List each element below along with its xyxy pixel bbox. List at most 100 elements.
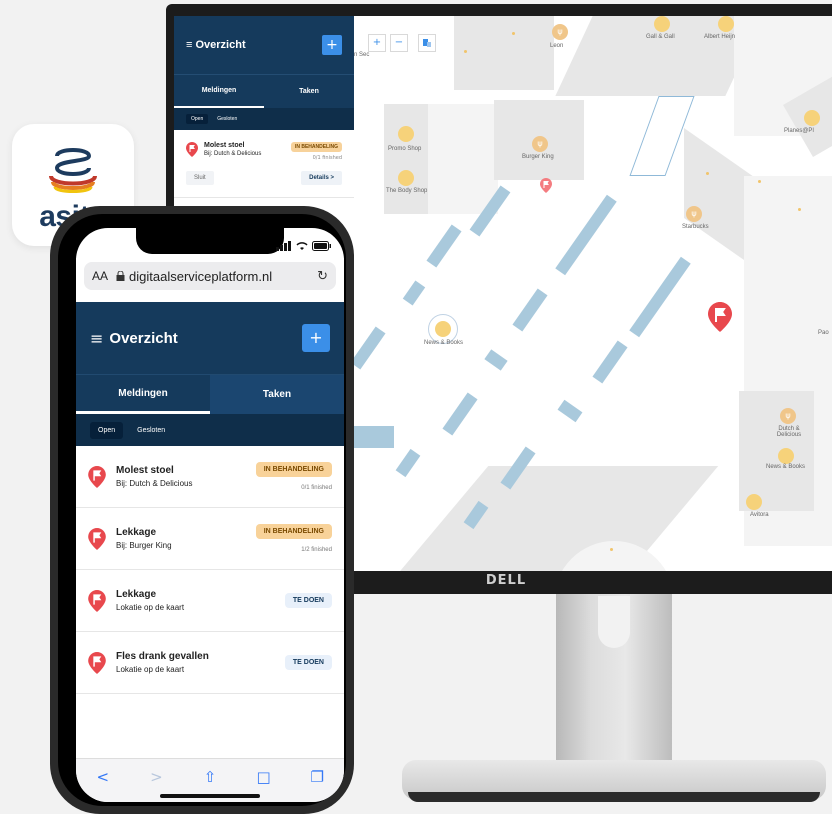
tab-taken[interactable]: Taken xyxy=(210,375,344,414)
signal-icon xyxy=(276,236,292,255)
map-dot xyxy=(758,180,761,183)
list-item[interactable]: Fles drank gevallen Lokatie op de kaart … xyxy=(76,632,344,694)
map-store xyxy=(739,391,814,511)
filter-bar: Open Gesloten xyxy=(76,414,344,446)
tabs-icon[interactable]: ❐ xyxy=(302,768,332,786)
bookmarks-icon[interactable]: □ xyxy=(249,768,279,786)
asito-emblem-icon xyxy=(49,148,97,193)
store-marker-icon xyxy=(435,321,451,337)
url-text: digitaalserviceplatform.nl xyxy=(129,268,273,284)
item-location: Lokatie op de kaart xyxy=(116,665,185,674)
status-bar xyxy=(276,236,332,255)
stand-cable-hole xyxy=(598,596,630,648)
list-item[interactable]: Lekkage Lokatie op de kaart TE DOEN xyxy=(76,570,344,632)
map-store xyxy=(454,16,554,90)
zoom-in-button[interactable]: + xyxy=(368,34,386,52)
map-dot xyxy=(512,32,515,35)
desktop-add-button[interactable]: + xyxy=(322,35,342,55)
map-label: News & Books xyxy=(766,464,806,470)
phone: AA digitaalserviceplatform.nl ↻ ≡ Overzi… xyxy=(50,206,354,814)
status-badge: IN BEHANDELING xyxy=(255,462,332,477)
desktop-filter-gesloten[interactable]: Gesloten xyxy=(212,114,242,124)
details-button[interactable]: Details > xyxy=(301,171,342,185)
store-marker-icon xyxy=(654,16,670,32)
flag-pin-icon xyxy=(88,527,106,550)
phone-screen: AA digitaalserviceplatform.nl ↻ ≡ Overzi… xyxy=(76,228,344,802)
map-walkway xyxy=(442,392,478,436)
desktop-tab-taken[interactable]: Taken xyxy=(264,75,354,108)
filter-open[interactable]: Open xyxy=(90,421,124,439)
map-dot xyxy=(464,50,467,53)
map-label: News & Books xyxy=(424,340,464,346)
restaurant-icon: ψ xyxy=(780,408,796,424)
list-item[interactable]: Lekkage Bij: Burger King IN BEHANDELING … xyxy=(76,508,344,570)
tab-meldingen[interactable]: Meldingen xyxy=(76,375,210,414)
item-location: Bij: Dutch & Delicious xyxy=(116,479,193,488)
item-location: Bij: Burger King xyxy=(116,541,172,550)
map-label: Avitora xyxy=(750,512,769,518)
browser-address-area: AA digitaalserviceplatform.nl ↻ xyxy=(76,258,344,302)
desktop-page-title: Overzicht xyxy=(195,39,246,51)
desktop-header: ≡ Overzicht + xyxy=(174,16,354,74)
map-dot xyxy=(706,172,709,175)
item-title: Lekkage xyxy=(116,589,157,600)
address-bar[interactable]: AA digitaalserviceplatform.nl ↻ xyxy=(84,262,336,290)
desktop-tab-meldingen[interactable]: Meldingen xyxy=(174,75,264,108)
map-label: The Body Shop xyxy=(386,188,428,194)
map-label: Promo Shop xyxy=(388,146,422,152)
progress-text: 0/1 finished xyxy=(301,485,332,491)
restaurant-icon: ψ xyxy=(686,206,702,222)
floor-map[interactable]: ψ ψ ψ ψ Leon Gall & Gall Albert Heijn Pr… xyxy=(354,16,832,571)
map-walkway xyxy=(512,288,548,332)
map-label: n Sec xyxy=(354,52,370,58)
map-walkway xyxy=(402,280,426,306)
item-title: Molest stoel xyxy=(116,465,174,476)
notification-list: Molest stoel Bij: Dutch & Delicious IN B… xyxy=(76,446,344,694)
desktop-item-location: Bij: Dutch & Delicious xyxy=(204,151,262,157)
map-walkway xyxy=(354,426,394,448)
desktop-filter-bar: Open Gesloten xyxy=(174,108,354,130)
add-button[interactable]: + xyxy=(302,324,330,352)
store-marker-icon xyxy=(398,170,414,186)
store-marker-icon xyxy=(746,494,762,510)
map-walkway xyxy=(426,224,462,268)
close-button[interactable]: Sluit xyxy=(186,171,214,185)
desktop-tabs: Meldingen Taken xyxy=(174,74,354,108)
map-dot xyxy=(610,548,613,551)
layers-button[interactable] xyxy=(418,34,436,52)
desktop-list-item[interactable]: Molest stoel Bij: Dutch & Delicious IN B… xyxy=(174,130,354,198)
status-badge: TE DOEN xyxy=(284,593,332,608)
incident-pin-icon[interactable] xyxy=(708,302,732,332)
status-badge: IN BEHANDELING xyxy=(290,142,342,152)
layers-icon xyxy=(423,39,431,47)
share-icon[interactable]: ⇧ xyxy=(195,768,225,786)
page-title: Overzicht xyxy=(109,329,178,347)
map-label: Leon xyxy=(550,43,564,49)
item-title: Fles drank gevallen xyxy=(116,651,209,662)
status-badge: TE DOEN xyxy=(284,655,332,670)
map-walkway xyxy=(484,349,508,371)
filter-gesloten[interactable]: Gesloten xyxy=(129,422,173,439)
map-label: Burger King xyxy=(522,154,554,160)
map-label: Starbucks xyxy=(682,224,709,230)
flag-pin-icon xyxy=(186,142,198,157)
desktop-item-title: Molest stoel xyxy=(204,142,245,149)
map-walkway xyxy=(592,340,628,384)
menu-icon[interactable]: ≡ xyxy=(90,329,103,348)
phone-notch xyxy=(136,228,284,254)
map-walkway xyxy=(354,326,386,370)
progress-text: 0/1 finished xyxy=(312,155,342,161)
wifi-icon xyxy=(296,241,308,250)
desktop-filter-open[interactable]: Open xyxy=(186,114,209,124)
map-store xyxy=(428,104,498,214)
reload-icon[interactable]: ↻ xyxy=(317,269,328,284)
list-item[interactable]: Molest stoel Bij: Dutch & Delicious IN B… xyxy=(76,446,344,508)
incident-pin-icon[interactable] xyxy=(540,178,552,193)
store-marker-icon xyxy=(718,16,734,32)
map-label: Gall & Gall xyxy=(646,34,675,40)
forward-icon[interactable]: > xyxy=(141,768,171,786)
back-icon[interactable]: < xyxy=(88,768,118,786)
text-size-button[interactable]: AA xyxy=(92,269,108,283)
monitor-base-edge xyxy=(408,792,820,802)
zoom-out-button[interactable]: − xyxy=(390,34,408,52)
